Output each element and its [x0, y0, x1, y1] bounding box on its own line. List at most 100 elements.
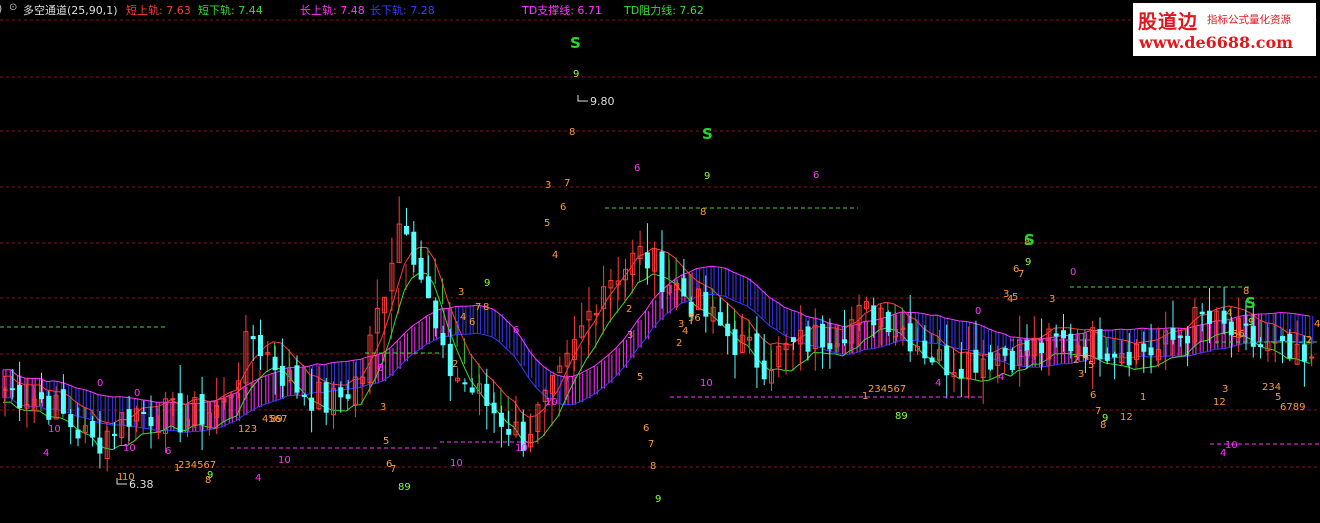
td-count-label: 4: [552, 250, 558, 261]
candle-body: [1053, 333, 1059, 337]
candle-body: [301, 394, 307, 397]
candle-body: [250, 336, 256, 340]
candle-body: [1280, 336, 1285, 342]
td-count-label: 3: [1222, 384, 1228, 395]
td-count-label: 10: [278, 455, 291, 466]
short-upper-line: [2, 246, 1310, 425]
candle-body: [411, 231, 417, 265]
td-count-label: 0: [134, 388, 140, 399]
candle-body: [1068, 333, 1074, 352]
td-count-label: 5: [1088, 360, 1094, 371]
candle-body: [170, 398, 176, 401]
candle-body: [1148, 347, 1154, 356]
candle-body: [68, 414, 74, 428]
candle-body: [944, 345, 950, 376]
td-count-label: 123: [238, 424, 257, 435]
td-count-label: 5: [544, 218, 550, 229]
short-lower-readout: 短下轨: 7.44: [198, 4, 263, 17]
logo-url: www.de6688.com: [1139, 33, 1294, 52]
candle-body: [433, 300, 439, 329]
candle-body: [1104, 353, 1110, 361]
candle-body: [279, 365, 285, 386]
td-count-label: 56: [1232, 329, 1245, 340]
candle-body: [148, 417, 154, 427]
td-count-label: 234567: [178, 460, 216, 471]
td-count-label: 1: [1140, 392, 1146, 403]
candle-body: [155, 430, 161, 433]
td-count-label: 8: [483, 302, 489, 313]
td-count-label: 9: [1248, 317, 1254, 328]
td-count-label: 9: [484, 278, 490, 289]
td-count-label: 10: [450, 458, 463, 469]
candle-body: [681, 278, 687, 297]
candle-body: [46, 395, 52, 420]
td-count-label: 4: [255, 473, 261, 484]
td-count-label: 12: [1213, 397, 1226, 408]
candle-body: [506, 429, 512, 435]
td-count-label: 4: [682, 326, 688, 337]
short-upper-readout: 短上轨: 7.63: [126, 4, 191, 17]
candle-body: [871, 305, 877, 326]
td-count-label: 7: [475, 302, 481, 313]
candle-body: [418, 257, 424, 280]
channel-fill-layer: [2, 247, 1314, 450]
price-chart[interactable]: 9.806.3800104 10 6104101061010664410010406…: [0, 0, 1320, 523]
td-count-label: 89: [270, 414, 283, 425]
td-count-label: 7: [564, 178, 570, 189]
price-annotation-arrow: [577, 95, 588, 102]
td-sell-signal: S: [1024, 231, 1035, 249]
td-count-label: 6: [634, 163, 640, 174]
candle-body: [484, 383, 490, 406]
td-count-label: 2: [626, 304, 632, 315]
candle-body: [75, 429, 81, 439]
long-lower-readout: 长下轨: 7.28: [370, 4, 435, 17]
candle-body: [907, 323, 913, 352]
candle-body: [272, 356, 278, 371]
candle-body: [1207, 310, 1212, 324]
td-count-label: 2: [452, 359, 458, 370]
candle-body: [1061, 330, 1066, 339]
td-count-label: 3: [380, 402, 386, 413]
td-count-label: 6: [560, 202, 566, 213]
td-count-label: 10: [515, 443, 528, 454]
td-count-label: 6: [813, 170, 819, 181]
td-count-label: 8: [650, 461, 656, 472]
candle-body: [17, 384, 23, 408]
candle-body: [1301, 344, 1307, 362]
td-count-label: 3: [1078, 369, 1084, 380]
candle-body: [39, 392, 44, 400]
td-count-label: 6: [643, 423, 649, 434]
candle-body: [1009, 350, 1015, 370]
candle-body: [199, 394, 205, 425]
td-count-label: 4: [998, 372, 1004, 383]
candle-body: [1177, 335, 1183, 338]
td-count-label: 4: [935, 378, 941, 389]
candle-body: [973, 349, 979, 373]
candle-body: [323, 382, 329, 413]
td-count-label: 8: [1100, 420, 1106, 431]
td-count-label: 2: [676, 338, 682, 349]
td-count-label: 0: [1070, 267, 1076, 278]
candle-body: [440, 332, 446, 346]
td-count-label: 9: [1025, 257, 1031, 268]
candle-body: [958, 368, 964, 379]
logo-tagline: 指标公式量化资源: [1207, 14, 1291, 26]
candle-body: [922, 340, 928, 359]
candle-body: [1126, 351, 1132, 366]
candle-body: [177, 393, 183, 433]
long-upper-readout: 长上轨: 7.48: [300, 4, 365, 17]
candle-body: [112, 433, 117, 436]
candle-body: [1250, 325, 1256, 347]
candle-body: [1039, 342, 1045, 353]
td-support-readout: TD支撑线: 6.71: [522, 4, 602, 17]
candle-body: [659, 251, 665, 293]
candle-body: [1258, 344, 1264, 347]
td-count-label: 2: [1306, 335, 1312, 346]
scroll-left-icon[interactable]: ): [0, 2, 2, 15]
td-count-label: 6: [377, 363, 383, 374]
td-count-label: 8: [700, 207, 706, 218]
candle-body: [703, 292, 709, 317]
collapse-icon[interactable]: ⊙: [9, 2, 17, 13]
td-sell-signal: S: [1245, 294, 1256, 312]
td-count-label: 6: [1013, 264, 1019, 275]
